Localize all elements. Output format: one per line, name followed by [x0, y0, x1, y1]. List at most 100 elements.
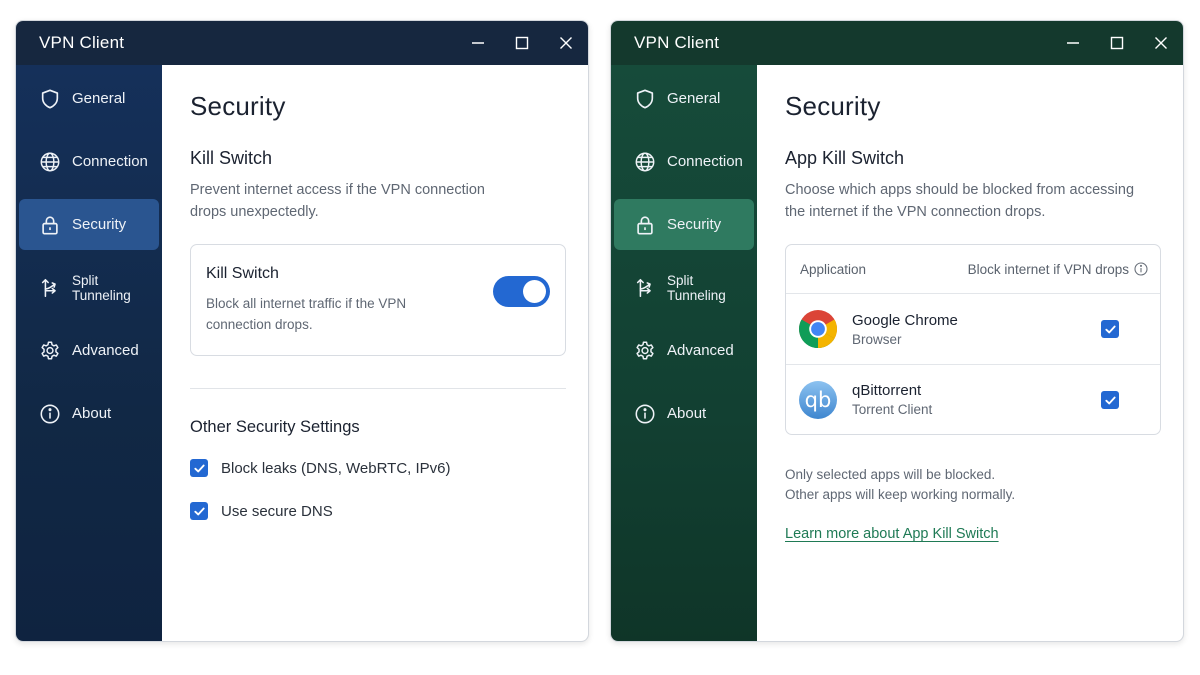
split-tunnel-icon: [38, 276, 62, 300]
maximize-icon: [1110, 36, 1124, 50]
close-icon: [560, 37, 572, 49]
section-title: App Kill Switch: [785, 148, 905, 168]
svg-text:qb: qb: [805, 388, 832, 412]
sidebar: General Connection Security Split Tunnel…: [611, 65, 757, 641]
sidebar-item-label: About: [667, 405, 707, 422]
option-label: Block leaks (DNS, WebRTC, IPv6): [221, 459, 451, 477]
maximize-button[interactable]: [500, 21, 544, 65]
option-block-leaks[interactable]: Block leaks (DNS, WebRTC, IPv6): [190, 457, 566, 479]
app-name: qBittorrent: [852, 382, 922, 399]
title-bar: VPN Client: [16, 21, 588, 65]
sidebar-item-label: Advanced: [72, 342, 139, 359]
gear-icon: [38, 339, 62, 363]
sidebar-item-security[interactable]: Security: [19, 199, 159, 250]
window-controls: [456, 21, 588, 65]
checkmark-icon: [193, 507, 205, 515]
column-header-application: Application: [800, 261, 867, 277]
sidebar-item-label: General: [667, 90, 721, 107]
app-name: Google Chrome: [852, 311, 958, 329]
sidebar-item-split-tunneling[interactable]: Split Tunneling: [19, 262, 159, 313]
close-icon: [1155, 37, 1167, 49]
app-type: Browser: [852, 331, 902, 347]
note-line: Only selected apps will be blocked.: [785, 467, 996, 482]
sidebar-item-connection[interactable]: Connection: [19, 136, 159, 187]
info-icon: [633, 402, 657, 426]
vpn-window-green: VPN Client General Connection Security S…: [610, 20, 1184, 642]
table-row: qb qBittorrent Torrent Client: [786, 364, 1160, 434]
globe-icon: [633, 150, 657, 174]
block-chrome-checkbox[interactable]: [1101, 320, 1119, 338]
kill-switch-toggle[interactable]: [493, 276, 550, 307]
sidebar-item-label: Connection: [667, 153, 743, 170]
checkmark-icon: [193, 464, 205, 472]
main-content: Security App Kill Switch Choose which ap…: [757, 65, 1183, 641]
sidebar-item-label: About: [72, 405, 112, 422]
section-title: Kill Switch: [190, 148, 273, 168]
kill-switch-description: Block all internet traffic if the VPN co…: [206, 296, 407, 332]
lock-icon: [633, 213, 657, 237]
shield-icon: [633, 87, 657, 111]
info-icon: [38, 402, 62, 426]
qbittorrent-icon: qb: [799, 380, 837, 419]
sidebar-item-label: General: [72, 90, 126, 107]
sidebar-item-security[interactable]: Security: [614, 199, 754, 250]
block-qbittorrent-checkbox[interactable]: [1101, 391, 1119, 409]
section-description: Prevent internet access if the VPN conne…: [190, 182, 485, 220]
sidebar-item-advanced[interactable]: Advanced: [19, 325, 159, 376]
sidebar-item-label: Connection: [72, 153, 148, 170]
main-content: Security Kill Switch Prevent internet ac…: [162, 65, 588, 641]
selection-note: Only selected apps will be blocked. Othe…: [785, 465, 1161, 505]
sidebar-item-label: Security: [72, 216, 127, 233]
toggle-knob: [523, 280, 546, 303]
app-kill-switch-table: Application Block internet if VPN drops: [785, 244, 1161, 435]
sidebar-item-general[interactable]: General: [614, 73, 754, 124]
vpn-window-blue: VPN Client General Connection Security S…: [15, 20, 589, 642]
maximize-icon: [515, 36, 529, 50]
gear-icon: [633, 339, 657, 363]
sidebar: General Connection Security Split Tunnel…: [16, 65, 162, 641]
minimize-button[interactable]: [1051, 21, 1095, 65]
sidebar-item-advanced[interactable]: Advanced: [614, 325, 754, 376]
sidebar-item-connection[interactable]: Connection: [614, 136, 754, 187]
option-secure-dns[interactable]: Use secure DNS: [190, 500, 566, 522]
maximize-button[interactable]: [1095, 21, 1139, 65]
page-title: Security: [785, 91, 881, 121]
window-controls: [1051, 21, 1183, 65]
chrome-icon: [799, 310, 837, 348]
close-button[interactable]: [1139, 21, 1183, 65]
table-row: Google Chrome Browser: [786, 294, 1160, 364]
lock-icon: [38, 213, 62, 237]
learn-more-link[interactable]: Learn more about App Kill Switch: [785, 526, 999, 542]
sidebar-item-general[interactable]: General: [19, 73, 159, 124]
window-title: VPN Client: [634, 33, 720, 52]
info-icon[interactable]: [1134, 262, 1148, 276]
minimize-button[interactable]: [456, 21, 500, 65]
secure-dns-checkbox[interactable]: [190, 502, 208, 520]
table-header: Application Block internet if VPN drops: [786, 245, 1160, 294]
sidebar-item-label: Security: [667, 216, 722, 233]
window-title: VPN Client: [39, 33, 125, 52]
block-leaks-checkbox[interactable]: [190, 459, 208, 477]
column-header-block-label: Block internet if VPN drops: [967, 261, 1129, 277]
app-type: Torrent Client: [852, 402, 933, 417]
column-header-block: Block internet if VPN drops: [968, 262, 1148, 277]
minimize-icon: [472, 42, 484, 44]
split-tunnel-icon: [633, 276, 657, 300]
sidebar-item-label: Split Tunneling: [72, 272, 131, 303]
option-label: Use secure DNS: [221, 502, 333, 520]
sidebar-item-about[interactable]: About: [614, 388, 754, 439]
title-bar: VPN Client: [611, 21, 1183, 65]
section-description: Choose which apps should be blocked from…: [785, 182, 1135, 220]
app-info: qBittorrent Torrent Client: [852, 382, 932, 417]
divider: [190, 388, 566, 389]
sidebar-item-label: Advanced: [667, 342, 734, 359]
sidebar-item-split-tunneling[interactable]: Split Tunneling: [614, 262, 754, 313]
shield-icon: [38, 87, 62, 111]
globe-icon: [38, 150, 62, 174]
sidebar-item-about[interactable]: About: [19, 388, 159, 439]
app-info: Google Chrome Browser: [852, 312, 958, 347]
close-button[interactable]: [544, 21, 588, 65]
sidebar-item-label: Split Tunneling: [667, 272, 726, 303]
kill-switch-card: Kill Switch Block all internet traffic i…: [190, 244, 566, 356]
note-line: Other apps will keep working normally.: [785, 487, 1016, 502]
